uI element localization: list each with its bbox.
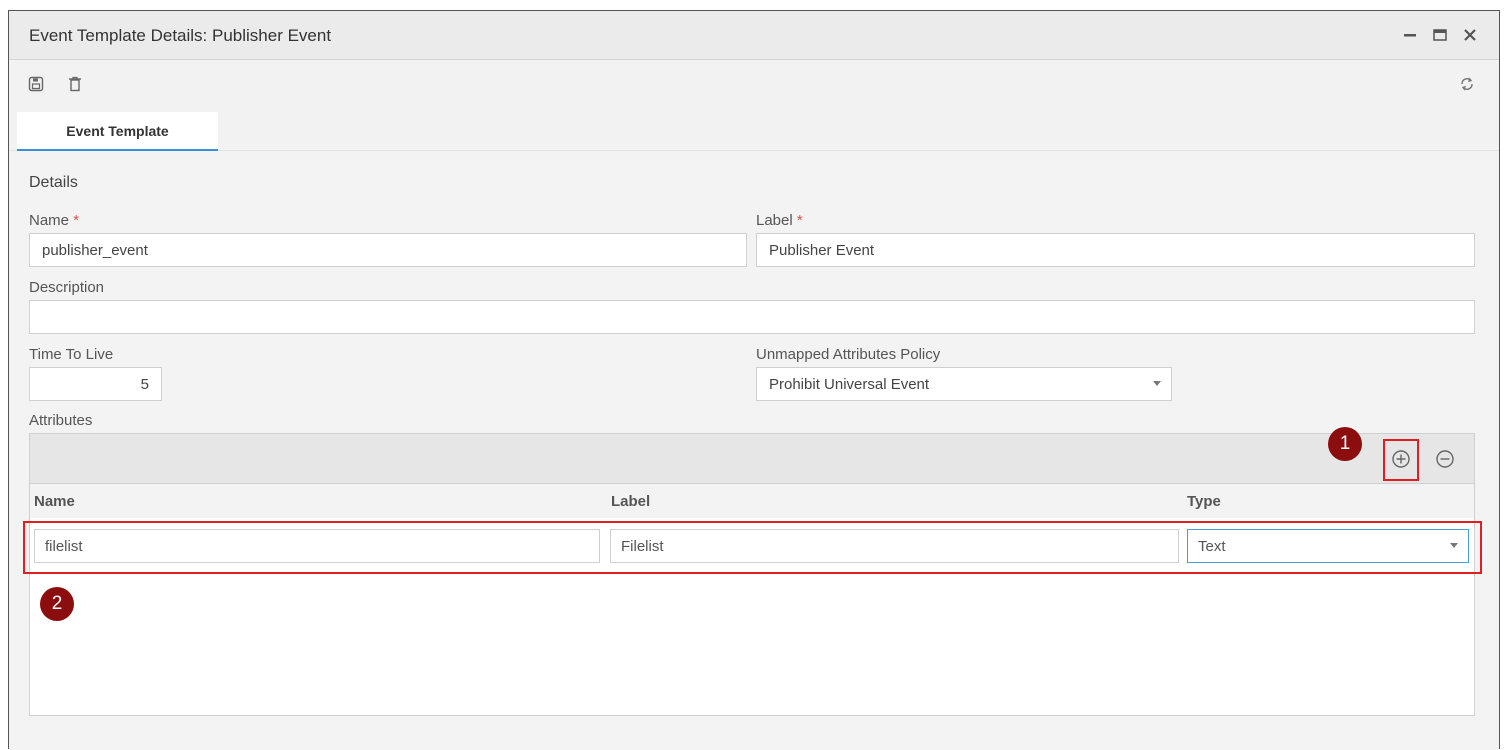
column-header-label[interactable]: Label (611, 493, 650, 510)
column-header-type[interactable]: Type (1187, 493, 1221, 510)
attributes-grid: Name Label Type filelist Filelist Text (29, 433, 1475, 716)
add-circle-icon (1392, 450, 1410, 468)
save-icon (28, 76, 44, 92)
window-title: Event Template Details: Publisher Event (29, 26, 332, 45)
save-button[interactable] (26, 74, 46, 94)
policy-label: Unmapped Attributes Policy (756, 346, 941, 363)
maximize-button[interactable] (1427, 21, 1453, 49)
callout-badge-2: 2 (40, 587, 74, 621)
maximize-icon (1433, 29, 1447, 41)
add-attribute-button[interactable] (1387, 445, 1415, 473)
label-required-marker: * (796, 212, 803, 229)
column-header-name[interactable]: Name (34, 493, 75, 510)
policy-select-value: Prohibit Universal Event (769, 375, 930, 393)
refresh-icon (1461, 77, 1473, 91)
delete-icon (69, 76, 81, 92)
name-required-marker: * (73, 212, 80, 229)
ttl-input[interactable]: 5 (29, 367, 162, 401)
details-panel: Details Name * publisher_event Label * P… (9, 151, 1499, 750)
grid-toolbar (30, 434, 1474, 484)
policy-select[interactable]: Prohibit Universal Event (756, 367, 1172, 401)
attribute-label-cell[interactable]: Filelist (610, 529, 1179, 563)
attribute-type-value: Text (1198, 537, 1226, 555)
grid-header: Name Label Type (30, 484, 1474, 518)
label-label-text: Label (756, 212, 793, 229)
toolbar (9, 61, 1499, 107)
name-input[interactable]: publisher_event (29, 233, 747, 267)
details-heading: Details (29, 174, 78, 191)
description-input[interactable] (29, 300, 1475, 334)
dropdown-caret-icon (1153, 381, 1161, 386)
remove-circle-icon (1436, 450, 1454, 468)
refresh-button[interactable] (1457, 74, 1477, 94)
name-label: Name * (29, 212, 79, 229)
type-dropdown-caret-icon (1450, 543, 1458, 548)
name-label-text: Name (29, 212, 70, 229)
callout-badge-1: 1 (1328, 427, 1362, 461)
attribute-name-cell[interactable]: filelist (34, 529, 600, 563)
minimize-button[interactable] (1397, 21, 1423, 49)
delete-button[interactable] (65, 74, 85, 94)
description-label: Description (29, 279, 105, 296)
title-bar: Event Template Details: Publisher Event (9, 11, 1499, 60)
tab-strip: Event Template (9, 107, 1499, 151)
label-input[interactable]: Publisher Event (756, 233, 1475, 267)
close-icon (1464, 29, 1476, 41)
close-button[interactable] (1457, 21, 1483, 49)
attribute-type-select[interactable]: Text (1187, 529, 1469, 563)
minimize-icon (1404, 34, 1416, 37)
attributes-label: Attributes (29, 412, 93, 429)
ttl-label: Time To Live (29, 346, 114, 363)
label-label: Label * (756, 212, 803, 229)
tab-event-template[interactable]: Event Template (17, 112, 218, 151)
event-template-window: Event Template Details: Publisher Event (8, 10, 1500, 750)
remove-attribute-button[interactable] (1431, 445, 1459, 473)
